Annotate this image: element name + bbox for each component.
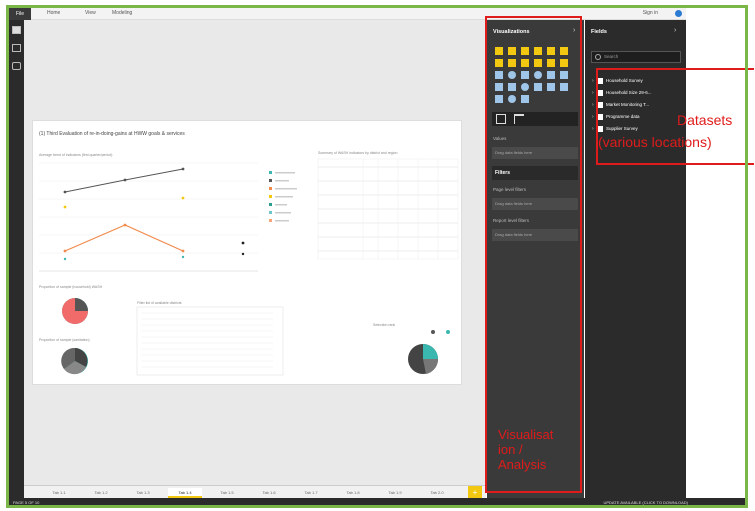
- outer-frame-border: [6, 5, 748, 508]
- screenshot-frame: File Home View Modeling Sign in (1) Thir…: [0, 0, 755, 511]
